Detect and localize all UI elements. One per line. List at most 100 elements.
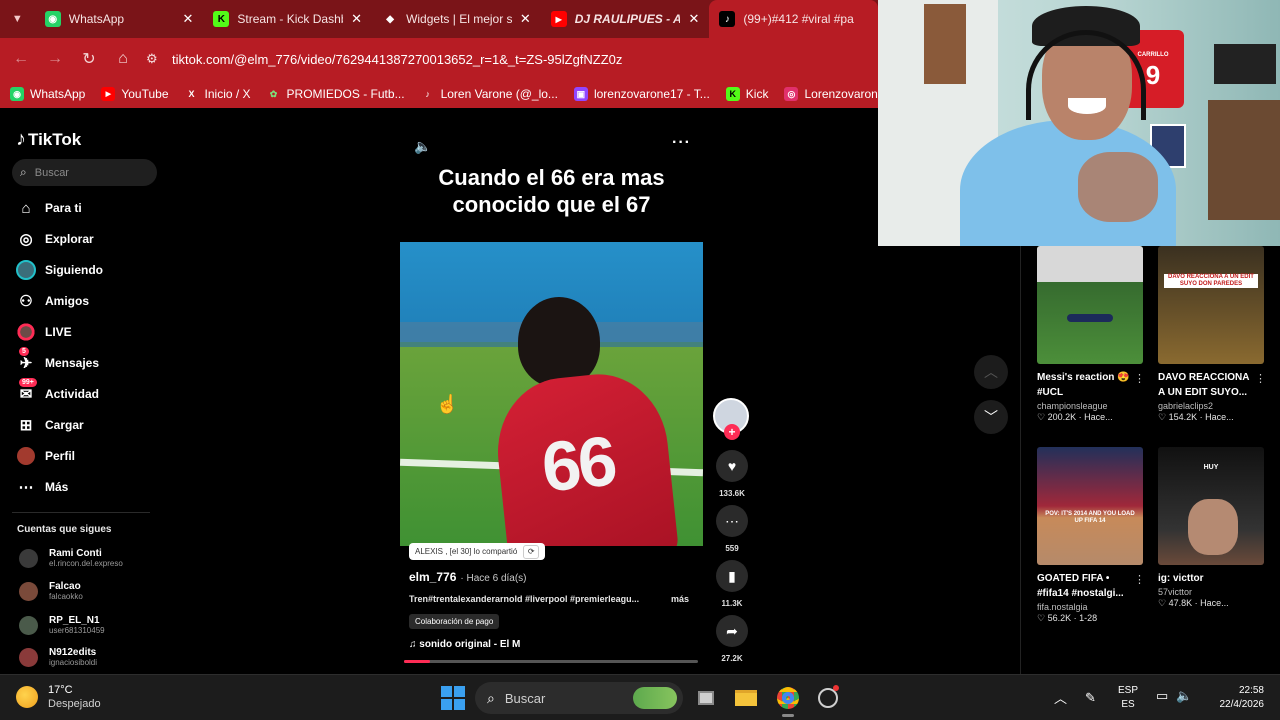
following-account[interactable]: Falcao falcaokko bbox=[19, 581, 83, 602]
like-button[interactable]: ♥ bbox=[716, 450, 748, 482]
sidebar-item-cargar[interactable]: ⊞ Cargar bbox=[16, 414, 84, 436]
following-account[interactable]: RP_EL_N1 user681310459 bbox=[19, 615, 105, 636]
recommended-video[interactable]: HUY ig: victtor 57victtor ♡ 47.8K · Hace… bbox=[1158, 447, 1264, 609]
clock[interactable]: 22:58 22/4/2026 bbox=[1214, 684, 1265, 712]
close-tab-icon[interactable]: ✕ bbox=[183, 11, 194, 27]
youtube-icon: ▶ bbox=[550, 11, 567, 27]
more-options-icon[interactable]: ··· bbox=[672, 134, 691, 152]
bookmark-twitch[interactable]: ▣ lorenzovarone17 - T... bbox=[573, 87, 710, 101]
following-account[interactable]: N912edits ignaciosiboldi bbox=[19, 647, 97, 668]
obs-icon[interactable] bbox=[813, 683, 843, 713]
browser-tab-tiktok[interactable]: ♪ (99+)#412 #viral #pa bbox=[709, 0, 879, 38]
back-arrow-icon[interactable]: ← bbox=[4, 42, 38, 76]
video-progress-bar[interactable] bbox=[404, 660, 698, 663]
avatar bbox=[19, 549, 38, 568]
bookmark-tiktok[interactable]: ♪ Loren Varone (@_lo... bbox=[421, 87, 558, 101]
bookmark-kick[interactable]: K Kick bbox=[725, 87, 768, 101]
sound-link[interactable]: ♫ sonido original - El M bbox=[409, 639, 520, 650]
repost-icon[interactable]: ⟳ bbox=[523, 544, 540, 559]
video-author[interactable]: elm_776 · Hace 6 día(s) bbox=[409, 570, 527, 584]
more-options-icon[interactable]: ⋮ bbox=[1255, 372, 1266, 385]
recommended-video[interactable]: Messi's reaction 😍 #UCL championsleague … bbox=[1037, 246, 1145, 423]
account-name: N912edits bbox=[49, 647, 97, 658]
sidebar-item-mas[interactable]: ⋯ Más bbox=[16, 476, 69, 498]
forward-arrow-icon[interactable]: → bbox=[38, 42, 72, 76]
sidebar-item-siguiendo[interactable]: Siguiendo bbox=[16, 259, 103, 281]
rec-user: gabrielaclips2 bbox=[1158, 401, 1214, 411]
tiktok-icon: ♪ bbox=[425, 89, 430, 99]
file-explorer-icon[interactable] bbox=[731, 683, 761, 713]
following-account[interactable]: Rami Conti el.rincon.del.expreso bbox=[19, 548, 123, 569]
bookmark-youtube[interactable]: ▶ YouTube bbox=[101, 87, 169, 101]
sidebar-divider bbox=[12, 512, 150, 513]
browser-tab-youtube[interactable]: ▶ DJ RAULIPUES - AN ✕ bbox=[541, 0, 710, 38]
rec-title: Messi's reaction 😍 #UCL bbox=[1037, 372, 1130, 398]
network-pen-icon[interactable]: ✎ bbox=[1085, 690, 1096, 706]
bookmark-promiedos[interactable]: ✿ PROMIEDOS - Futb... bbox=[267, 87, 405, 101]
x-icon: X bbox=[188, 89, 195, 99]
search-input[interactable]: ⌕ Buscar bbox=[12, 159, 157, 186]
share-count: 27.2K bbox=[721, 654, 743, 663]
monitor-icon[interactable]: ▭ bbox=[1156, 688, 1168, 704]
speaker-icon[interactable]: 🔈 bbox=[1176, 688, 1192, 704]
reload-icon[interactable]: ↻ bbox=[72, 42, 106, 76]
next-video-chevron-down-icon[interactable]: ﹀ bbox=[974, 400, 1008, 434]
close-tab-icon[interactable]: ✕ bbox=[688, 11, 699, 27]
sidebar-item-amigos[interactable]: ⚇ Amigos bbox=[16, 290, 89, 312]
home-icon[interactable]: ⌂ bbox=[106, 42, 140, 76]
live-icon bbox=[16, 322, 36, 342]
cam-tv bbox=[1214, 44, 1276, 84]
taskbar-search[interactable]: ⌕ Buscar bbox=[475, 682, 683, 714]
shared-by-chip[interactable]: ALEXIS , [el 30] lo compartió ⟳ bbox=[409, 543, 546, 560]
more-options-icon[interactable]: ⋮ bbox=[1134, 573, 1145, 586]
thumb-face bbox=[1188, 499, 1238, 555]
share-button[interactable]: ➦ bbox=[716, 615, 748, 647]
windows-start-icon[interactable] bbox=[441, 686, 465, 710]
sidebar-item-para-ti[interactable]: ⌂ Para ti bbox=[16, 197, 81, 219]
following-title: Cuentas que sigues bbox=[17, 524, 112, 535]
more-icon: ⋯ bbox=[18, 479, 34, 496]
browser-tab-kick[interactable]: K Stream - Kick Dashbo ✕ bbox=[203, 0, 372, 38]
following-icon bbox=[16, 260, 36, 280]
avatar bbox=[19, 648, 38, 667]
more-link[interactable]: más bbox=[671, 594, 689, 604]
account-handle: user681310459 bbox=[49, 626, 105, 635]
site-settings-icon[interactable]: ⚙ bbox=[146, 51, 172, 67]
avatar bbox=[19, 616, 38, 635]
sidebar-item-perfil[interactable]: Perfil bbox=[16, 445, 75, 467]
recommended-video[interactable]: POV: IT'S 2014 AND YOU LOAD UP FIFA 14 G… bbox=[1037, 447, 1145, 624]
avatar bbox=[19, 582, 38, 601]
follow-plus-icon[interactable]: + bbox=[724, 424, 740, 440]
previous-video-chevron-up-icon[interactable]: ︿ bbox=[974, 355, 1008, 389]
video-description: Tren#trentalexanderarnold #liverpool #pr… bbox=[409, 594, 640, 604]
comment-icon: ⋯ bbox=[725, 512, 739, 529]
sidebar-item-actividad[interactable]: ✉ 99+ Actividad bbox=[16, 378, 99, 405]
language-indicator[interactable]: ESP ES bbox=[1118, 684, 1138, 712]
tiktok-logo[interactable]: ♪ TikTok bbox=[16, 128, 81, 151]
weather-widget[interactable]: 17°C Despejado bbox=[16, 683, 101, 711]
address-bar[interactable]: ⚙ tiktok.com/@elm_776/video/762944138727… bbox=[146, 43, 878, 75]
sidebar-item-live[interactable]: LIVE bbox=[16, 321, 72, 343]
recommended-video[interactable]: DAVO REACCIONA A UN EDIT SUYO DON PAREDE… bbox=[1158, 246, 1266, 423]
comment-button[interactable]: ⋯ bbox=[716, 505, 748, 537]
chevron-up-icon[interactable]: ︿ bbox=[1054, 688, 1067, 707]
browser-tab-widgets[interactable]: ◆ Widgets | El mejor so ✕ bbox=[372, 0, 541, 38]
save-button[interactable]: ▮ bbox=[716, 560, 748, 592]
close-tab-icon[interactable]: ✕ bbox=[520, 11, 531, 27]
sidebar-item-label: Más bbox=[45, 480, 69, 494]
bookmark-x[interactable]: X Inicio / X bbox=[185, 87, 251, 101]
system-tray: ︿ ✎ bbox=[1054, 688, 1096, 707]
sidebar-item-mensajes[interactable]: ✈ 5 Mensajes bbox=[16, 347, 99, 374]
tab-search-chevron-icon[interactable]: ▼ bbox=[0, 0, 35, 38]
sidebar-item-explorar[interactable]: ◎ Explorar bbox=[16, 228, 93, 250]
more-options-icon[interactable]: ⋮ bbox=[1134, 372, 1145, 385]
volume-icon[interactable]: 🔈 bbox=[414, 138, 431, 155]
cam-person-hand bbox=[1078, 152, 1158, 222]
task-view-icon[interactable] bbox=[691, 683, 721, 713]
close-tab-icon[interactable]: ✕ bbox=[351, 11, 362, 27]
chrome-icon[interactable] bbox=[773, 683, 803, 717]
kick-icon: K bbox=[213, 11, 230, 27]
bookmark-whatsapp[interactable]: ◉ WhatsApp bbox=[10, 87, 85, 101]
browser-tab-whatsapp[interactable]: ◉ WhatsApp ✕ bbox=[35, 0, 204, 38]
browser-tab-bar: ▼ ◉ WhatsApp ✕ K Stream - Kick Dashbo ✕ … bbox=[0, 0, 879, 38]
